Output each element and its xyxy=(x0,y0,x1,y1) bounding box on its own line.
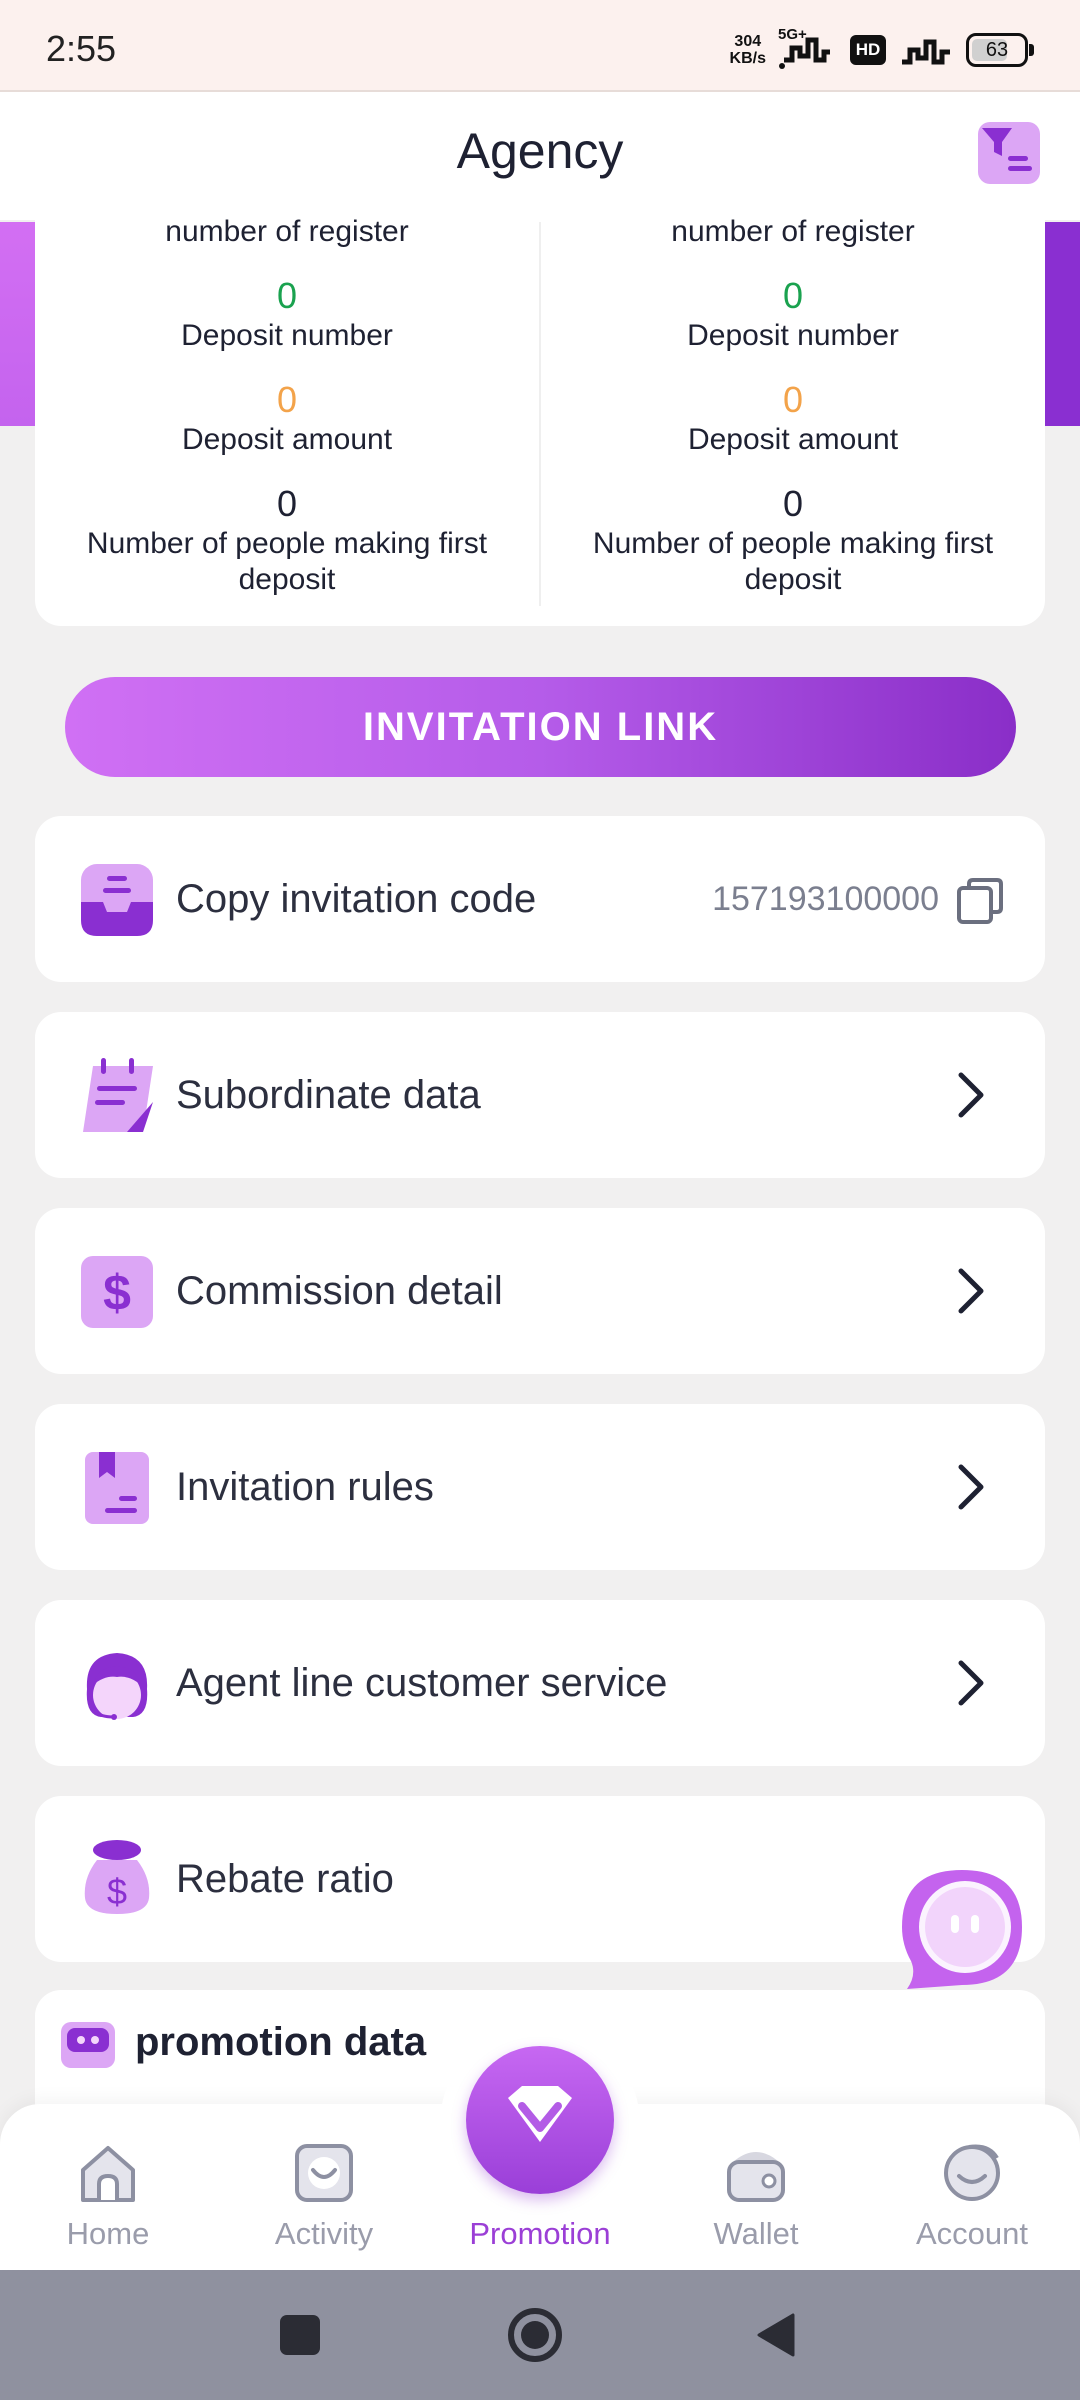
promotion-data-title: promotion data xyxy=(135,2020,427,2064)
copy-invitation-code-label: Copy invitation code xyxy=(176,876,537,921)
stats-card: number of register 0 Deposit number 0 De… xyxy=(35,208,1045,626)
chevron-right-icon xyxy=(958,1660,984,1706)
invitation-link-button[interactable]: INVITATION LINK xyxy=(65,677,1016,777)
deposit-number-label: Deposit number xyxy=(687,319,899,352)
calendar-notepad-icon xyxy=(83,1058,153,1132)
deposit-amount-value: 0 xyxy=(782,379,804,420)
nav-account-label: Account xyxy=(915,2216,1028,2251)
page-title: Agency xyxy=(456,123,624,179)
copy-icon[interactable] xyxy=(955,876,1005,926)
commission-detail-row[interactable]: $ Commission detail xyxy=(35,1208,1045,1374)
diamond-icon xyxy=(508,2086,572,2142)
home-icon xyxy=(81,2146,135,2202)
deposit-number-value: 0 xyxy=(276,275,298,316)
status-time: 2:55 xyxy=(46,28,117,69)
invitation-rules-label: Invitation rules xyxy=(176,1464,434,1509)
promotion-data-icon xyxy=(61,2022,115,2068)
nav-account[interactable]: Account xyxy=(864,2104,1080,2270)
nav-home[interactable]: Home xyxy=(0,2104,216,2270)
deposit-amount-label: Deposit amount xyxy=(181,423,393,456)
signal-icon xyxy=(902,39,950,65)
customer-service-row[interactable]: Agent line customer service xyxy=(35,1600,1045,1766)
team-subordinates-stats: number of register 0 Deposit number 0 De… xyxy=(541,208,1045,626)
nav-activity[interactable]: Activity xyxy=(216,2104,432,2270)
deposit-number-label: Deposit number xyxy=(181,319,393,352)
circle-icon xyxy=(508,2308,562,2362)
back-button[interactable] xyxy=(745,2270,805,2400)
nav-wallet[interactable]: Wallet xyxy=(648,2104,864,2270)
inbox-tray-icon xyxy=(81,864,153,936)
subordinate-data-label: Subordinate data xyxy=(176,1072,481,1117)
svg-text:$: $ xyxy=(107,1871,127,1912)
chat-bubble-icon[interactable] xyxy=(897,1865,1027,1995)
first-deposit-label: Number of people making first deposit xyxy=(592,527,994,596)
deposit-amount-value: 0 xyxy=(276,379,298,420)
first-deposit-value: 0 xyxy=(276,483,298,524)
hd-icon: HD xyxy=(850,35,886,65)
deposit-number-value: 0 xyxy=(782,275,804,316)
chevron-right-icon xyxy=(958,1072,984,1118)
copy-invitation-code-row[interactable]: Copy invitation code 157193100000 xyxy=(35,816,1045,982)
recents-button[interactable] xyxy=(270,2270,330,2400)
customer-service-label: Agent line customer service xyxy=(176,1660,668,1705)
register-label: number of register xyxy=(671,215,915,248)
chevron-right-icon xyxy=(958,1268,984,1314)
invitation-code-value: 157193100000 xyxy=(712,879,939,918)
nav-home-label: Home xyxy=(66,2216,150,2251)
rebate-ratio-label: Rebate ratio xyxy=(176,1856,394,1901)
promotion-center-button[interactable] xyxy=(466,2046,614,2194)
nav-wallet-label: Wallet xyxy=(713,2216,799,2251)
rebate-ratio-row[interactable]: $ Rebate ratio xyxy=(35,1796,1045,1962)
invitation-rules-row[interactable]: Invitation rules xyxy=(35,1404,1045,1570)
money-bag-icon: $ xyxy=(84,1840,150,1914)
network-speed: 304 KB/s xyxy=(729,33,766,67)
signal-5g-icon: 5G+ xyxy=(778,26,838,70)
svg-text:$: $ xyxy=(103,1265,131,1321)
decorative-band-right xyxy=(1044,222,1080,426)
home-system-button[interactable] xyxy=(505,2270,565,2400)
status-icons: 304 KB/s 5G+ HD 63 xyxy=(729,26,1034,72)
deposit-amount-label: Deposit amount xyxy=(687,423,899,456)
account-icon xyxy=(944,2144,1000,2201)
direct-subordinates-stats: number of register 0 Deposit number 0 De… xyxy=(35,208,539,626)
chevron-right-icon xyxy=(958,1464,984,1510)
decorative-band-left xyxy=(0,222,36,426)
filter-list-icon[interactable] xyxy=(978,122,1040,184)
bookmark-document-icon xyxy=(85,1452,149,1524)
headset-agent-icon xyxy=(86,1653,148,1720)
square-icon xyxy=(280,2315,320,2355)
nav-activity-label: Activity xyxy=(274,2216,374,2251)
triangle-back-icon xyxy=(757,2313,795,2357)
app-header: Agency xyxy=(0,92,1080,220)
commission-detail-label: Commission detail xyxy=(176,1268,503,1313)
first-deposit-value: 0 xyxy=(782,483,804,524)
battery-icon: 63 xyxy=(966,33,1034,67)
dollar-icon: $ xyxy=(81,1256,153,1328)
register-label: number of register xyxy=(165,215,409,248)
subordinate-data-row[interactable]: Subordinate data xyxy=(35,1012,1045,1178)
status-bar: 2:55 304 KB/s 5G+ HD 63 xyxy=(0,0,1080,92)
first-deposit-label: Number of people making first deposit xyxy=(86,527,488,596)
activity-icon xyxy=(295,2144,353,2202)
wallet-icon xyxy=(727,2152,785,2202)
system-nav-bar xyxy=(0,2270,1080,2400)
